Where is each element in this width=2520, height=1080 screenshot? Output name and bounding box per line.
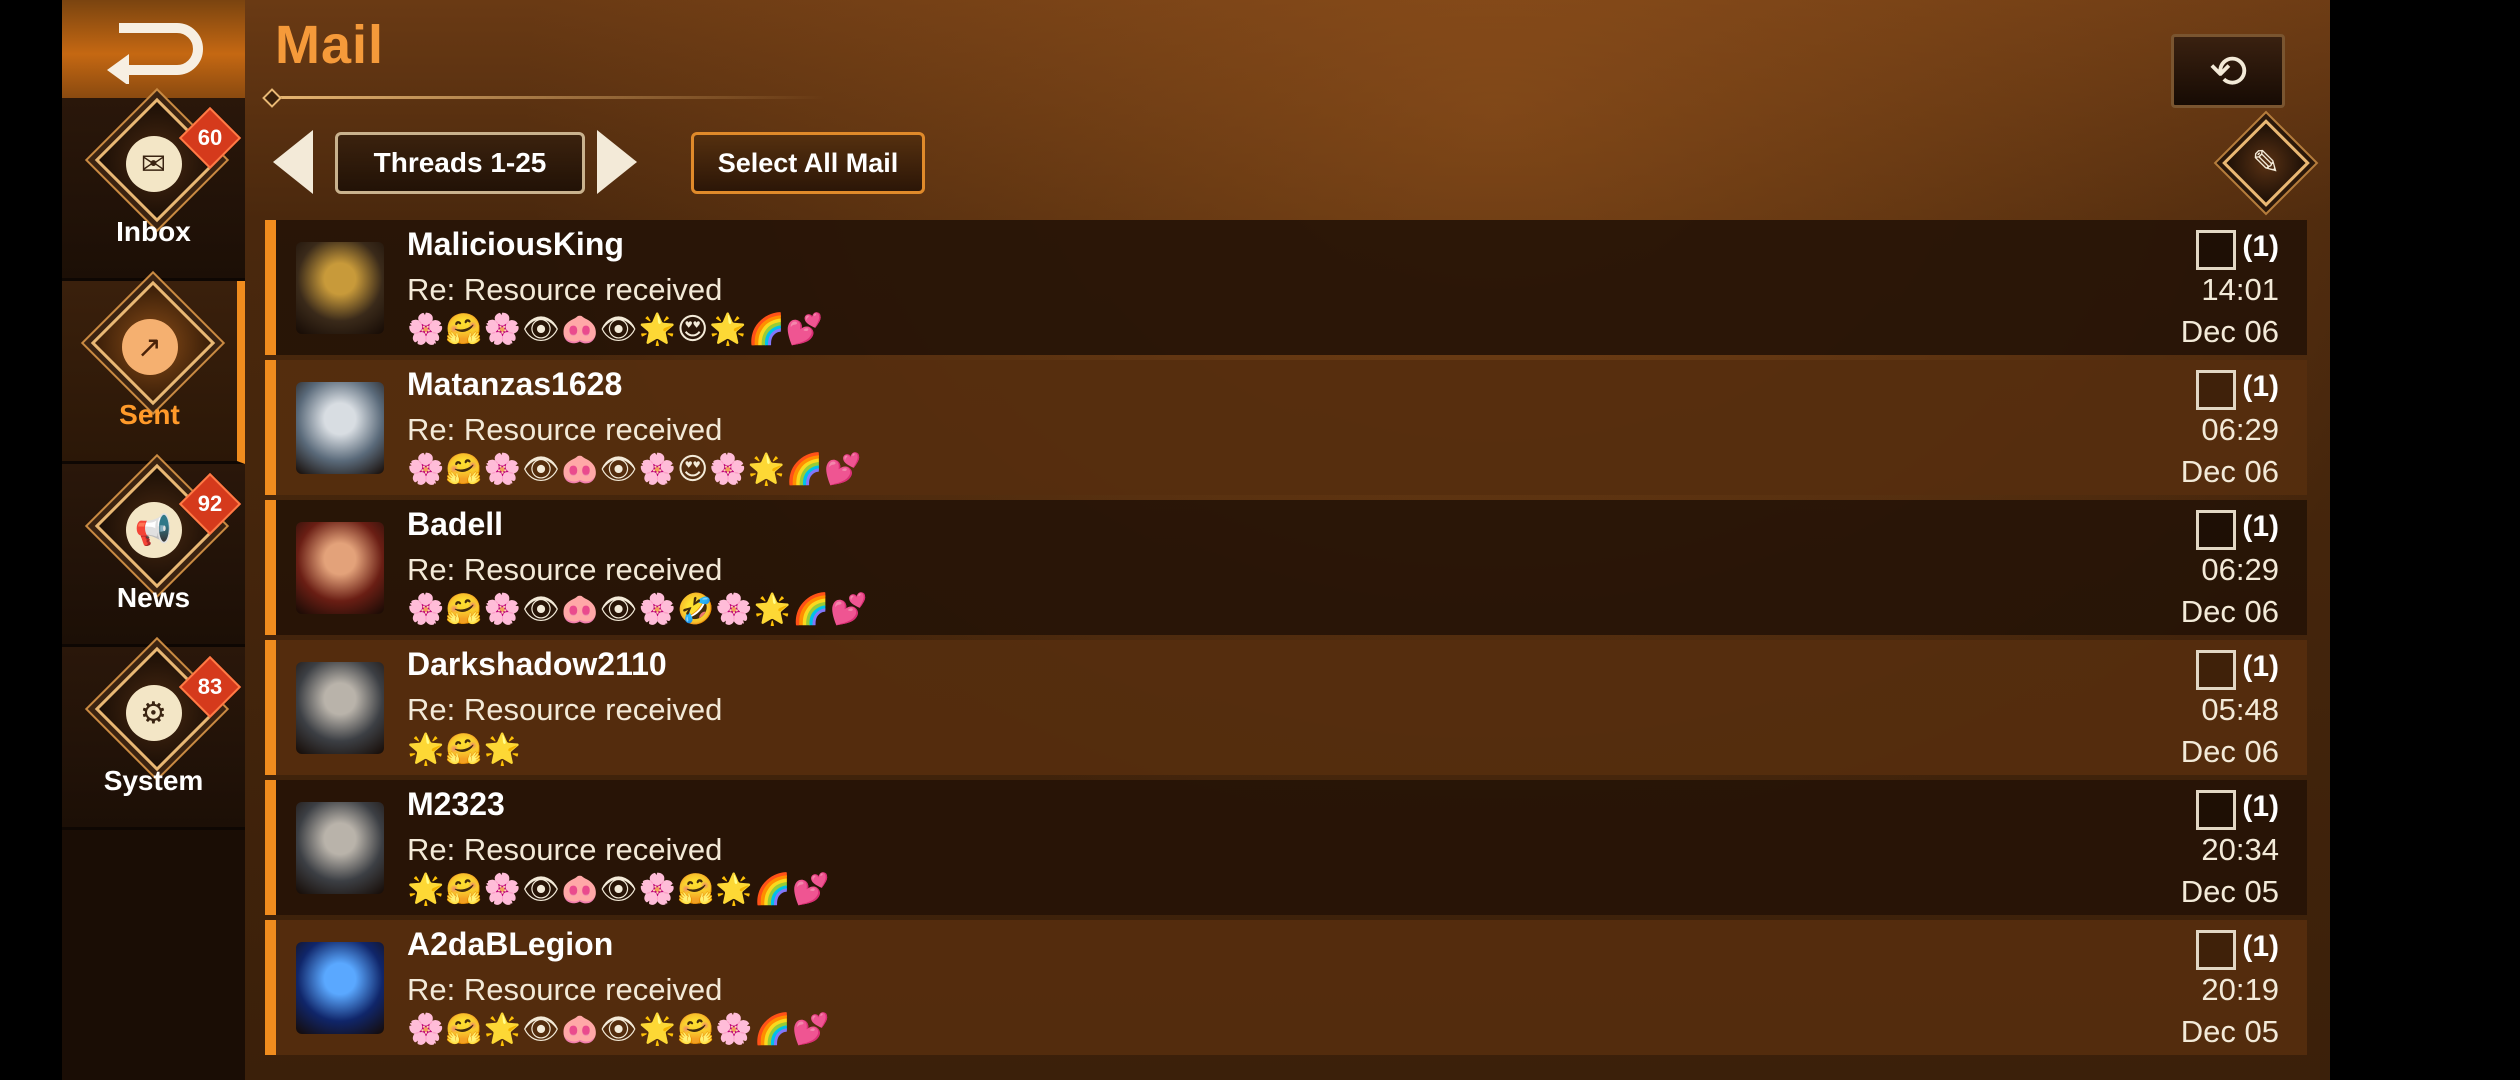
sidebar-item-sent[interactable]: ↗ Sent [62, 280, 245, 464]
avatar [296, 242, 384, 334]
sender-name: Matanzas1628 [407, 366, 623, 402]
mail-preview: 🌸🤗🌸👁🐽👁🌸🤣🌸🌟🌈💕 [407, 592, 869, 627]
mail-subject: Re: Resource received [407, 272, 723, 307]
envelope-icon: ✉ [125, 136, 182, 192]
mail-time: 20:34 [2201, 832, 2279, 867]
mail-date: Dec 05 [2180, 874, 2279, 909]
avatar [296, 802, 384, 894]
previous-page-button[interactable] [273, 130, 313, 194]
compose-icon: ✎ [2251, 144, 2281, 182]
unread-count: 92 [197, 491, 223, 516]
mail-date: Dec 06 [2180, 454, 2279, 489]
sender-name: M2323 [407, 786, 505, 822]
thread-range-label: Threads 1-25 [335, 132, 585, 194]
sidebar-item-system[interactable]: ⚙ System 83 [62, 646, 245, 830]
mail-time: 20:19 [2201, 972, 2279, 1007]
share-icon: ↗ [121, 319, 178, 375]
title-divider [265, 96, 825, 99]
select-mail-checkbox[interactable] [2196, 930, 2236, 970]
mail-time: 05:48 [2201, 692, 2279, 727]
avatar [296, 382, 384, 474]
right-letterbox [2330, 0, 2520, 1080]
mail-thread-row[interactable]: Badell Re: Resource received 🌸🤗🌸👁🐽👁🌸🤣🌸🌟🌈💕 (… [265, 500, 2307, 635]
sender-name: Badell [407, 506, 504, 542]
mail-thread-row[interactable]: Matanzas1628 Re: Resource received 🌸🤗🌸👁🐽👁🌸… [265, 360, 2307, 495]
mail-subject: Re: Resource received [407, 412, 723, 447]
sidebar-item-label: System [103, 765, 204, 796]
sender-name: Darkshadow2110 [407, 646, 667, 682]
select-mail-checkbox[interactable] [2196, 790, 2236, 830]
mail-thread-row[interactable]: MaliciousKing Re: Resource received 🌸🤗🌸👁🐽👁… [265, 220, 2307, 355]
avatar [296, 522, 384, 614]
mail-subject: Re: Resource received [407, 692, 723, 727]
mail-preview: 🌟🤗🌸👁🐽👁🌸🤗🌟🌈💕 [407, 872, 831, 907]
mail-subject: Re: Resource received [407, 972, 723, 1007]
sender-name: A2daBLegion [407, 926, 614, 962]
back-button[interactable] [62, 0, 245, 101]
mail-date: Dec 06 [2180, 734, 2279, 769]
message-count: (1) [2242, 650, 2279, 683]
mail-date: Dec 05 [2180, 1014, 2279, 1049]
mail-panel: Mail Threads 1-25 Select All Mail ⟲ ✎ Ma… [245, 0, 2330, 1080]
avatar [296, 942, 384, 1034]
mail-time: 06:29 [2201, 412, 2279, 447]
message-count: (1) [2242, 790, 2279, 823]
sender-name: MaliciousKing [407, 226, 624, 262]
select-mail-checkbox[interactable] [2196, 230, 2236, 270]
select-mail-checkbox[interactable] [2196, 650, 2236, 690]
megaphone-icon: 📢 [125, 502, 182, 558]
mail-list: MaliciousKing Re: Resource received 🌸🤗🌸👁🐽👁… [265, 220, 2307, 1060]
message-count: (1) [2242, 510, 2279, 543]
page-title: Mail [275, 15, 385, 75]
mail-thread-row[interactable]: A2daBLegion Re: Resource received 🌸🤗🌟👁🐽👁🌟🤗… [265, 920, 2307, 1055]
mail-preview: 🌸🤗🌸👁🐽👁🌸😍🌸🌟🌈💕 [407, 452, 863, 487]
mail-time: 14:01 [2201, 272, 2279, 307]
mail-preview: 🌸🤗🌟👁🐽👁🌟🤗🌸🌈💕 [407, 1012, 831, 1047]
mail-date: Dec 06 [2180, 594, 2279, 629]
select-mail-checkbox[interactable] [2196, 370, 2236, 410]
mail-subject: Re: Resource received [407, 832, 723, 867]
select-all-mail-button[interactable]: Select All Mail [691, 132, 925, 194]
replay-button[interactable]: ⟲ [2171, 34, 2285, 108]
mail-category-sidebar: ✉ Inbox 60 ↗ Sent 📢 News 92 ⚙ System 83 [62, 0, 245, 1080]
settings-mail-icon: ⚙ [125, 685, 182, 741]
mail-preview: 🌸🤗🌸👁🐽👁🌟😍🌟🌈💕 [407, 312, 825, 347]
mail-preview: 🌟🤗🌟 [407, 732, 523, 767]
sidebar-item-inbox[interactable]: ✉ Inbox 60 [62, 97, 245, 281]
compose-button[interactable]: ✎ [2222, 119, 2310, 207]
message-count: (1) [2242, 370, 2279, 403]
next-page-button[interactable] [597, 130, 637, 194]
mail-thread-row[interactable]: M2323 Re: Resource received 🌟🤗🌸👁🐽👁🌸🤗🌟🌈💕 (1)… [265, 780, 2307, 915]
replay-icon: ⟲ [2208, 45, 2248, 97]
mail-date: Dec 06 [2180, 314, 2279, 349]
sidebar-item-label: Sent [119, 399, 180, 430]
mail-time: 06:29 [2201, 552, 2279, 587]
unread-count: 60 [197, 125, 223, 150]
unread-count: 83 [197, 674, 223, 699]
avatar [296, 662, 384, 754]
mail-thread-row[interactable]: Darkshadow2110 Re: Resource received 🌟🤗🌟 (1… [265, 640, 2307, 775]
sidebar-item-news[interactable]: 📢 News 92 [62, 463, 245, 647]
sidebar-item-label: News [116, 582, 191, 613]
mail-subject: Re: Resource received [407, 552, 723, 587]
return-arrow-icon [106, 23, 203, 84]
select-mail-checkbox[interactable] [2196, 510, 2236, 550]
sidebar-item-label: Inbox [116, 216, 191, 247]
message-count: (1) [2242, 930, 2279, 963]
message-count: (1) [2242, 230, 2279, 263]
